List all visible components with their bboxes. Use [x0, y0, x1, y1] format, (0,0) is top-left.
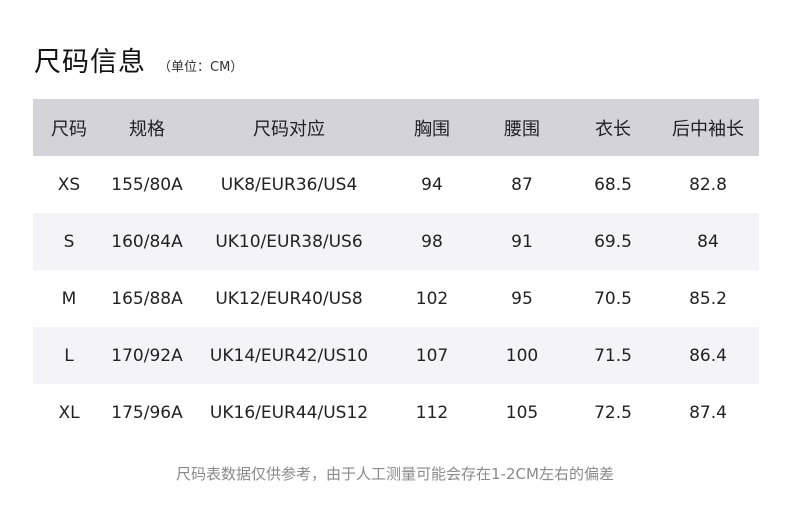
cell-bust: 98	[421, 231, 443, 252]
table-row: XS 155/80A UK8/EUR36/US4 94 87 68.5 82.8	[33, 156, 759, 213]
cell-sleeve-length: 84	[697, 231, 719, 252]
table-row: XL 175/96A UK16/EUR44/US12 112 105 72.5 …	[33, 384, 759, 441]
cell-bust: 102	[415, 288, 449, 309]
title-row: 尺码信息 （单位：CM）	[34, 40, 243, 79]
cell-sleeve-length: 87.4	[689, 402, 727, 423]
cell-waist: 100	[505, 345, 539, 366]
cell-spec: 175/96A	[111, 402, 183, 423]
unit-label: （单位：CM）	[158, 60, 244, 75]
cell-length: 69.5	[594, 231, 632, 252]
cell-size-conversion: UK12/EUR40/US8	[215, 288, 363, 309]
table-header: 尺码 规格 尺码对应 胸围 腰围 衣长 后中袖长	[33, 99, 759, 156]
cell-waist: 91	[511, 231, 533, 252]
header-spec: 规格	[129, 118, 165, 140]
cell-waist: 95	[511, 288, 533, 309]
cell-length: 70.5	[594, 288, 632, 309]
cell-sleeve-length: 85.2	[689, 288, 727, 309]
cell-size-conversion: UK10/EUR38/US6	[215, 231, 363, 252]
table-row: S 160/84A UK10/EUR38/US6 98 91 69.5 84	[33, 213, 759, 270]
header-size: 尺码	[51, 118, 87, 140]
disclaimer-note: 尺码表数据仅供参考，由于人工测量可能会存在1-2CM左右的偏差	[176, 465, 614, 483]
cell-bust: 107	[415, 345, 449, 366]
header-length: 衣长	[595, 118, 631, 140]
header-sleeve-length: 后中袖长	[672, 118, 744, 140]
cell-size: L	[64, 345, 74, 366]
cell-length: 72.5	[594, 402, 632, 423]
cell-size: S	[63, 231, 75, 252]
header-size-conversion: 尺码对应	[253, 118, 325, 140]
header-waist: 腰围	[504, 118, 540, 140]
cell-waist: 87	[511, 174, 533, 195]
table-row: L 170/92A UK14/EUR42/US10 107 100 71.5 8…	[33, 327, 759, 384]
table-body: XS 155/80A UK8/EUR36/US4 94 87 68.5 82.8…	[33, 156, 759, 441]
cell-spec: 160/84A	[111, 231, 183, 252]
size-chart-page: 尺码信息 （单位：CM） 尺码 规格 尺码对应 胸围 腰围 衣长 后中袖长 XS…	[0, 0, 790, 520]
cell-spec: 165/88A	[111, 288, 183, 309]
size-table: 尺码 规格 尺码对应 胸围 腰围 衣长 后中袖长 XS 155/80A UK8/…	[33, 99, 759, 441]
cell-sleeve-length: 86.4	[689, 345, 727, 366]
cell-bust: 94	[421, 174, 443, 195]
cell-size: XL	[58, 402, 80, 423]
cell-size-conversion: UK8/EUR36/US4	[220, 174, 358, 195]
header-bust: 胸围	[414, 118, 450, 140]
cell-spec: 155/80A	[111, 174, 183, 195]
cell-sleeve-length: 82.8	[689, 174, 727, 195]
cell-size-conversion: UK16/EUR44/US12	[209, 402, 369, 423]
cell-spec: 170/92A	[111, 345, 183, 366]
page-title: 尺码信息	[34, 47, 146, 78]
table-row: M 165/88A UK12/EUR40/US8 102 95 70.5 85.…	[33, 270, 759, 327]
cell-length: 71.5	[594, 345, 632, 366]
cell-bust: 112	[415, 402, 449, 423]
cell-length: 68.5	[594, 174, 632, 195]
cell-size: M	[61, 288, 77, 309]
header-row: 尺码 规格 尺码对应 胸围 腰围 衣长 后中袖长	[33, 99, 759, 156]
cell-waist: 105	[505, 402, 539, 423]
cell-size: XS	[57, 174, 81, 195]
cell-size-conversion: UK14/EUR42/US10	[209, 345, 369, 366]
